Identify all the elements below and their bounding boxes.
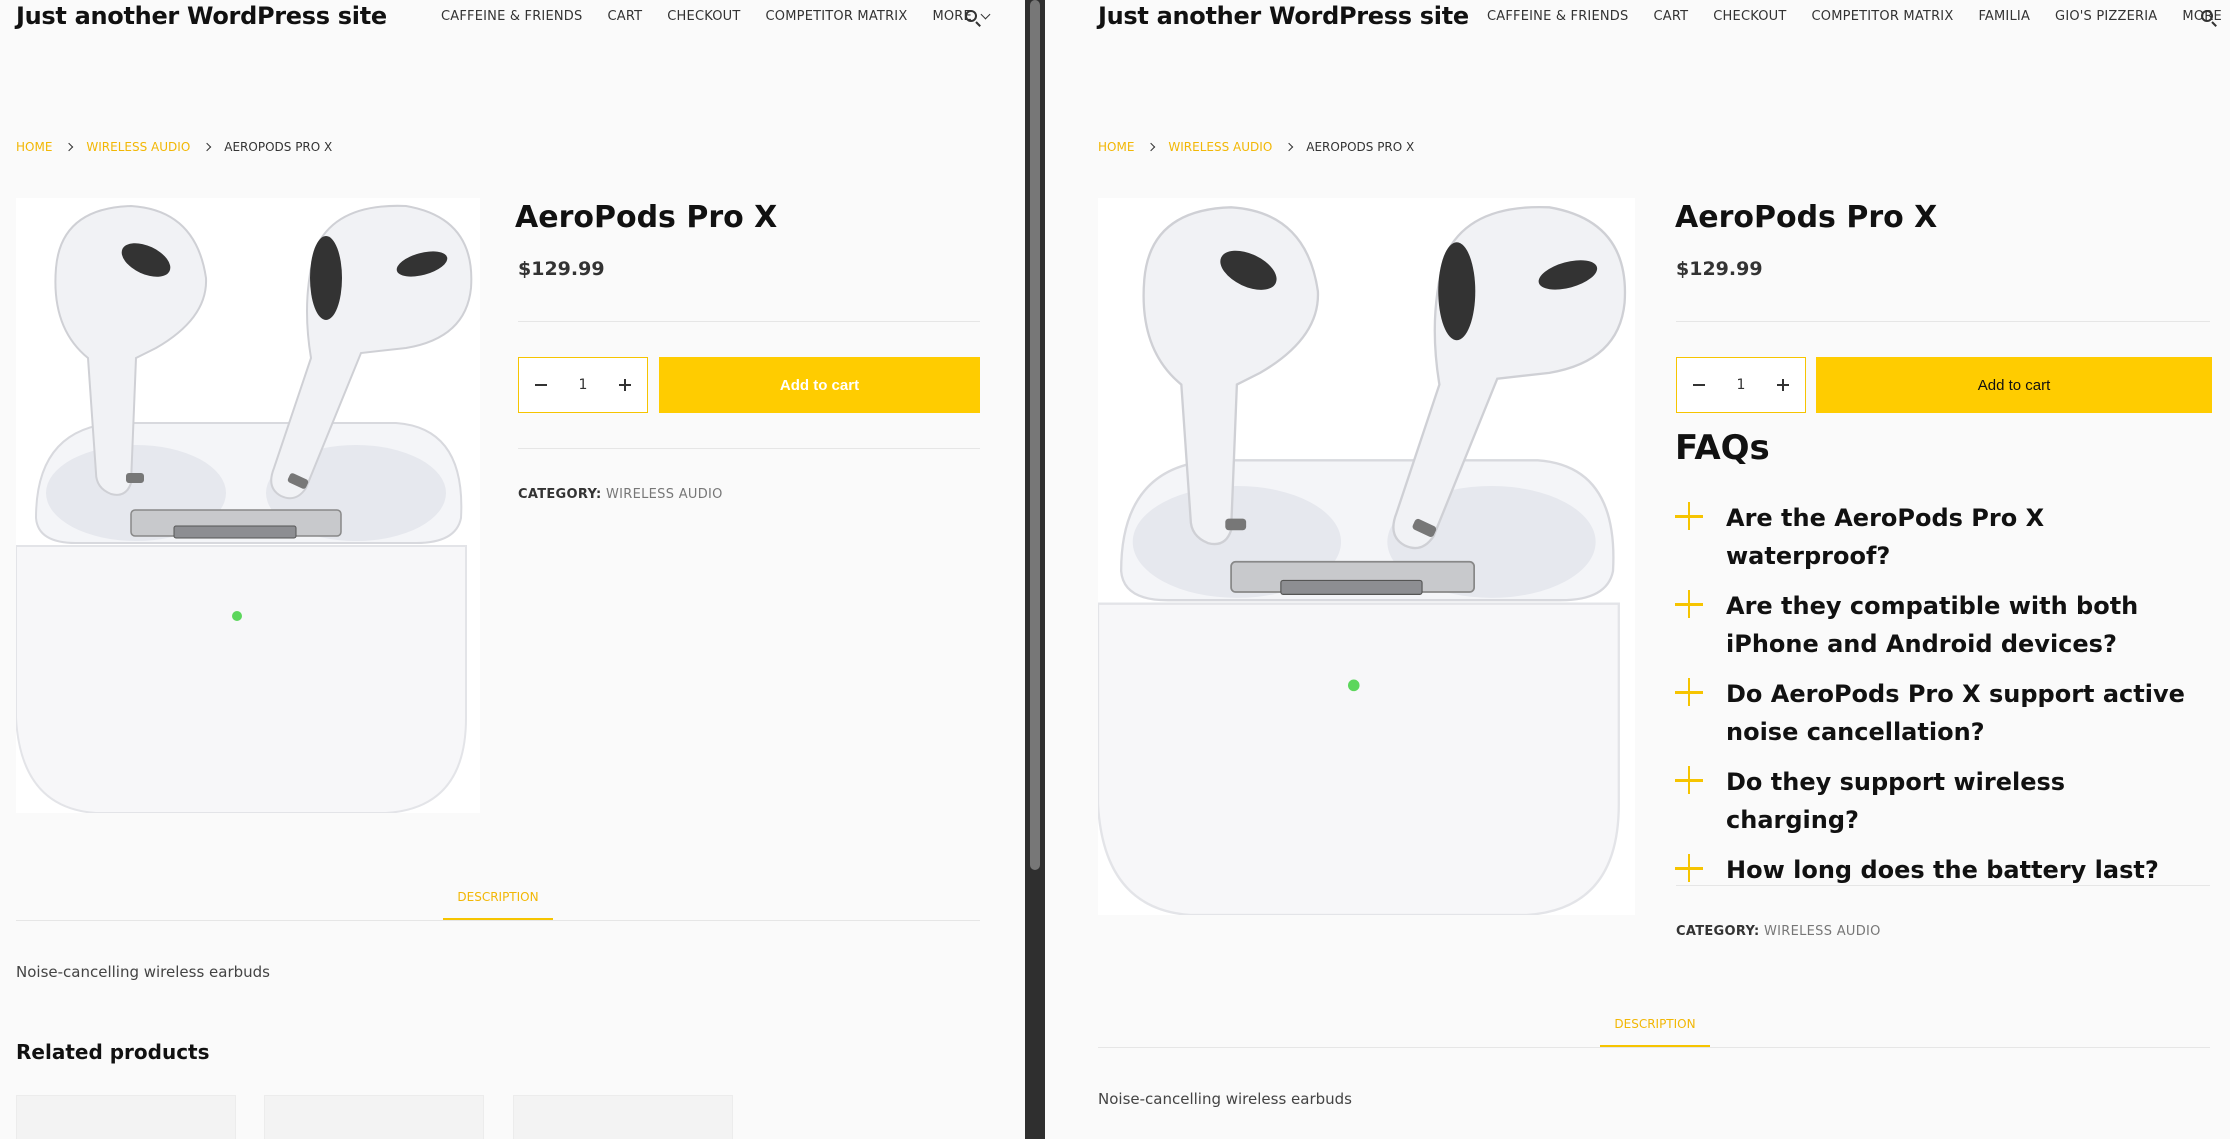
divider xyxy=(1676,321,2210,322)
breadcrumb-home[interactable]: HOME xyxy=(1098,140,1134,154)
plus-icon[interactable] xyxy=(1675,854,1703,882)
scrollbar-thumb[interactable] xyxy=(1030,0,1040,870)
plus-icon[interactable] xyxy=(1675,766,1703,794)
product-category: CATEGORY: WIRELESS AUDIO xyxy=(1676,924,1881,939)
tab-description[interactable]: DESCRIPTION xyxy=(1600,1017,1710,1031)
divider xyxy=(1676,885,2210,886)
minus-icon[interactable] xyxy=(1691,377,1707,393)
faq-list: Are the AeroPods Pro X waterproof? Are t… xyxy=(1675,502,2195,905)
related-product-card[interactable] xyxy=(16,1095,236,1139)
related-product-card[interactable] xyxy=(264,1095,484,1139)
faq-item[interactable]: How long does the battery last? xyxy=(1675,854,2195,889)
main-nav: CAFFEINE & FRIENDS CART CHECKOUT COMPETI… xyxy=(441,9,991,24)
search-icon[interactable] xyxy=(2201,10,2217,27)
category-link[interactable]: WIRELESS AUDIO xyxy=(1764,924,1881,939)
breadcrumb-category[interactable]: WIRELESS AUDIO xyxy=(86,140,190,154)
chevron-down-icon xyxy=(980,9,991,20)
quantity-input[interactable]: 1 xyxy=(1721,377,1761,393)
site-header: Just another WordPress site CAFFEINE & F… xyxy=(1045,0,2230,40)
breadcrumb: HOME WIRELESS AUDIO AEROPODS PRO X xyxy=(16,140,332,154)
product-description: Noise-cancelling wireless earbuds xyxy=(1098,1090,1352,1108)
plus-icon[interactable] xyxy=(1775,377,1791,393)
product-category: CATEGORY: WIRELESS AUDIO xyxy=(518,487,723,502)
split-screen: Just another WordPress site CAFFEINE & F… xyxy=(0,0,2230,1139)
plus-icon[interactable] xyxy=(1675,590,1703,618)
add-to-cart-button[interactable]: Add to cart xyxy=(1816,357,2212,413)
add-to-cart-button[interactable]: Add to cart xyxy=(659,357,980,413)
tabs-divider xyxy=(1098,1047,2210,1048)
product-title: AeroPods Pro X xyxy=(1675,200,1938,235)
category-link[interactable]: WIRELESS AUDIO xyxy=(606,487,723,502)
nav-item-caffeine-friends[interactable]: CAFFEINE & FRIENDS xyxy=(441,9,582,24)
search-icon[interactable] xyxy=(965,10,981,27)
window-divider[interactable] xyxy=(1025,0,1045,1139)
nav-item-competitor-matrix[interactable]: COMPETITOR MATRIX xyxy=(766,9,908,24)
nav-item-checkout[interactable]: CHECKOUT xyxy=(667,9,740,24)
product-title: AeroPods Pro X xyxy=(515,200,778,235)
nav-item-gios-pizzeria[interactable]: GIO'S PIZZERIA xyxy=(2055,9,2157,24)
product-image[interactable] xyxy=(1098,198,1635,915)
site-title[interactable]: Just another WordPress site xyxy=(16,2,387,30)
faq-title: FAQs xyxy=(1675,428,1770,468)
main-nav: CAFFEINE & FRIENDS CART CHECKOUT COMPETI… xyxy=(1487,9,2230,24)
nav-item-familia[interactable]: FAMILIA xyxy=(1978,9,2030,24)
product-price: $129.99 xyxy=(518,258,605,280)
minus-icon[interactable] xyxy=(533,377,549,393)
plus-icon[interactable] xyxy=(1675,678,1703,706)
breadcrumb-current: AEROPODS PRO X xyxy=(224,140,333,154)
quantity-stepper: 1 xyxy=(1676,357,1806,413)
product-image[interactable] xyxy=(16,198,480,813)
faq-item[interactable]: Do AeroPods Pro X support active noise c… xyxy=(1675,678,2195,751)
faq-item[interactable]: Do they support wireless charging? xyxy=(1675,766,2195,839)
chevron-right-icon xyxy=(65,142,74,152)
breadcrumb-home[interactable]: HOME xyxy=(16,140,52,154)
nav-item-cart[interactable]: CART xyxy=(607,9,642,24)
faq-item[interactable]: Are the AeroPods Pro X waterproof? xyxy=(1675,502,2195,575)
quantity-stepper: 1 xyxy=(518,357,648,413)
faq-question[interactable]: Do AeroPods Pro X support active noise c… xyxy=(1726,675,2195,751)
category-label: CATEGORY: xyxy=(1676,924,1760,939)
chevron-right-icon xyxy=(1285,142,1294,152)
faq-question[interactable]: Do they support wireless charging? xyxy=(1726,763,2195,839)
breadcrumb-current: AEROPODS PRO X xyxy=(1306,140,1415,154)
divider xyxy=(518,321,980,322)
related-products-title: Related products xyxy=(16,1040,210,1064)
plus-icon[interactable] xyxy=(617,377,633,393)
nav-item-competitor-matrix[interactable]: COMPETITOR MATRIX xyxy=(1812,9,1954,24)
plus-icon[interactable] xyxy=(1675,502,1703,530)
faq-question[interactable]: Are the AeroPods Pro X waterproof? xyxy=(1726,499,2195,575)
chevron-right-icon xyxy=(203,142,212,152)
tab-description[interactable]: DESCRIPTION xyxy=(443,890,553,904)
nav-item-checkout[interactable]: CHECKOUT xyxy=(1713,9,1786,24)
right-browser-pane: Just another WordPress site CAFFEINE & F… xyxy=(1045,0,2230,1139)
left-browser-pane: Just another WordPress site CAFFEINE & F… xyxy=(0,0,1025,1139)
product-price: $129.99 xyxy=(1676,258,1763,280)
breadcrumb-category[interactable]: WIRELESS AUDIO xyxy=(1168,140,1272,154)
related-product-card[interactable] xyxy=(513,1095,733,1139)
faq-question[interactable]: Are they compatible with both iPhone and… xyxy=(1726,587,2195,663)
nav-item-cart[interactable]: CART xyxy=(1653,9,1688,24)
nav-item-caffeine-friends[interactable]: CAFFEINE & FRIENDS xyxy=(1487,9,1628,24)
category-label: CATEGORY: xyxy=(518,487,602,502)
faq-item[interactable]: Are they compatible with both iPhone and… xyxy=(1675,590,2195,663)
faq-question[interactable]: How long does the battery last? xyxy=(1726,851,2159,889)
tabs-divider xyxy=(16,920,980,921)
product-description: Noise-cancelling wireless earbuds xyxy=(16,963,270,981)
breadcrumb: HOME WIRELESS AUDIO AEROPODS PRO X xyxy=(1098,140,1414,154)
site-title[interactable]: Just another WordPress site xyxy=(1098,2,1469,30)
site-header: Just another WordPress site CAFFEINE & F… xyxy=(0,0,1025,40)
divider xyxy=(518,448,980,449)
quantity-input[interactable]: 1 xyxy=(563,377,603,393)
chevron-right-icon xyxy=(1147,142,1156,152)
